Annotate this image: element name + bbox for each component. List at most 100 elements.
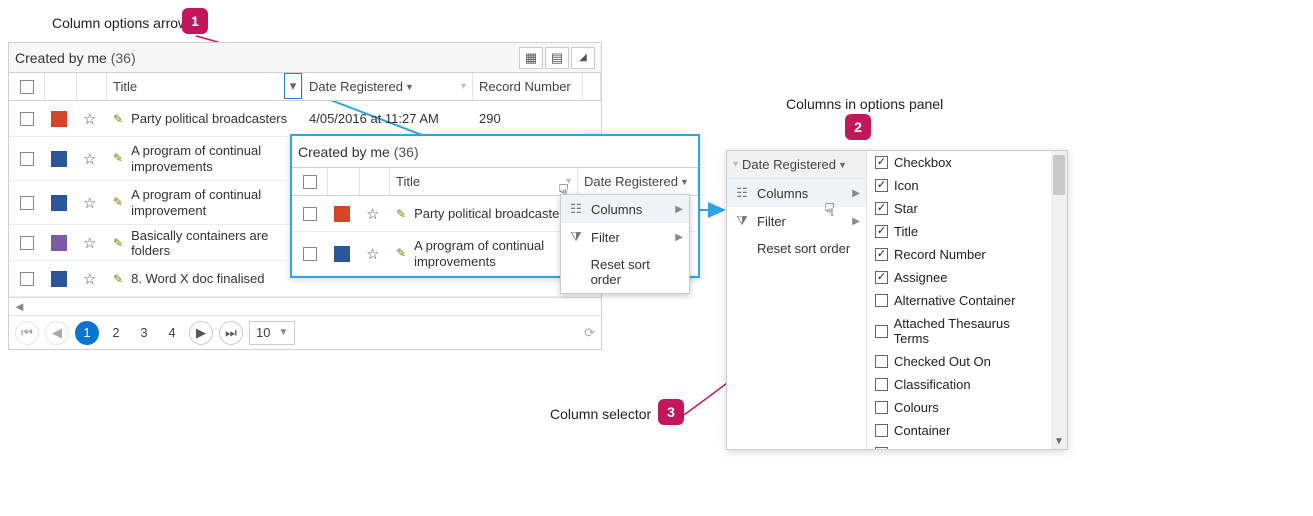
powerpoint-icon [334, 206, 350, 222]
star-icon[interactable]: ☆ [83, 194, 96, 212]
row-checkbox[interactable] [20, 236, 34, 250]
column-option-checkbox[interactable] [875, 401, 888, 414]
submenu-arrow-icon: ▶ [675, 232, 683, 243]
word-icon [51, 151, 67, 167]
submenu-arrow-icon: ▶ [852, 216, 860, 227]
view-more-button[interactable]: ◢ [571, 47, 595, 69]
row-checkbox[interactable] [20, 112, 34, 126]
edit-icon: ✎ [113, 236, 123, 250]
page-first-button[interactable]: ⏮ [15, 321, 39, 345]
star-icon[interactable]: ☆ [366, 205, 379, 223]
page-number[interactable]: 4 [161, 325, 183, 340]
page-size-select[interactable]: 10▼ [249, 321, 295, 345]
edit-icon: ✎ [113, 272, 123, 286]
col-header-checkbox[interactable] [9, 73, 45, 100]
column-options-arrow[interactable]: ▾ [284, 73, 302, 99]
star-icon[interactable]: ☆ [83, 150, 96, 168]
column-option-label: Icon [894, 178, 919, 193]
horizontal-scrollbar[interactable]: ◄ [9, 297, 601, 315]
column-option-checkbox[interactable] [875, 202, 888, 215]
menu-reset-sort[interactable]: Reset sort order [561, 251, 689, 293]
col-header-date[interactable]: Date Registered▼ [578, 168, 698, 195]
page-prev-button[interactable]: ◀ [45, 321, 69, 345]
column-option[interactable]: Colours [867, 396, 1051, 419]
row-checkbox[interactable] [303, 207, 317, 221]
row-checkbox[interactable] [303, 247, 317, 261]
column-option-checkbox[interactable] [875, 271, 888, 284]
page-last-button[interactable]: ⏭ [219, 321, 243, 345]
chevron-down-icon[interactable]: ▾ [733, 159, 738, 170]
col-header-date[interactable]: ▾ Date Registered▼ [727, 151, 866, 179]
column-context-menu: ☷ Columns▶ ⧩ Filter▶ Reset sort order [560, 194, 690, 294]
column-option[interactable]: Alternative Container [867, 289, 1051, 312]
column-option[interactable]: Creator [867, 442, 1051, 449]
page-number-current[interactable]: 1 [75, 321, 99, 345]
page-number[interactable]: 2 [105, 325, 127, 340]
scroll-left-icon[interactable]: ◄ [13, 299, 26, 314]
star-icon[interactable]: ☆ [366, 245, 379, 263]
panel-title: Created by me (36) [298, 144, 692, 160]
menu-filter[interactable]: ⧩ Filter▶ [561, 223, 689, 251]
scrollbar-thumb[interactable] [1053, 155, 1065, 195]
row-checkbox[interactable] [20, 196, 34, 210]
menu-columns[interactable]: ☷ Columns▶ [561, 195, 689, 223]
column-option-checkbox[interactable] [875, 378, 888, 391]
col-header-record-number[interactable]: Record Number [473, 73, 583, 100]
chevron-down-icon[interactable]: ▾ [461, 81, 466, 92]
page-next-button[interactable]: ▶ [189, 321, 213, 345]
view-tiles-button[interactable]: ▤ [545, 47, 569, 69]
column-option-checkbox[interactable] [875, 447, 888, 449]
column-option[interactable]: Title [867, 220, 1051, 243]
col-header-icon[interactable] [45, 73, 77, 100]
menu-reset-sort[interactable]: Reset sort order [727, 235, 866, 262]
column-option-checkbox[interactable] [875, 248, 888, 261]
table-row[interactable]: ☆ ✎Party political broadcasters 4/05/201… [9, 101, 601, 137]
column-option-checkbox[interactable] [875, 355, 888, 368]
column-option-label: Container [894, 423, 950, 438]
column-option-checkbox[interactable] [875, 424, 888, 437]
col-header-title[interactable]: Title ▾ [107, 73, 303, 100]
chevron-down-icon[interactable]: ▾ [566, 176, 571, 187]
column-option[interactable]: Checked Out On [867, 350, 1051, 373]
star-icon[interactable]: ☆ [83, 234, 96, 252]
star-icon[interactable]: ☆ [83, 270, 96, 288]
column-option-label: Assignee [894, 270, 947, 285]
row-title: Basically containers are folders [131, 228, 297, 258]
view-grid-button[interactable]: ▦ [519, 47, 543, 69]
menu-columns[interactable]: ☷ Columns▶ [727, 179, 866, 207]
col-header-title[interactable]: Title ▾ [390, 168, 578, 195]
word-icon [51, 195, 67, 211]
star-icon[interactable]: ☆ [83, 110, 96, 128]
column-option[interactable]: Classification [867, 373, 1051, 396]
column-option[interactable]: Star [867, 197, 1051, 220]
column-option-label: Record Number [894, 247, 986, 262]
submenu-arrow-icon: ▶ [675, 204, 683, 215]
column-headers: Title ▾ Date Registered▼ ▾ Record Number [9, 73, 601, 101]
callout-3-badge: 3 [658, 399, 684, 425]
column-option[interactable]: Checkbox [867, 151, 1051, 174]
column-option[interactable]: Icon [867, 174, 1051, 197]
row-checkbox[interactable] [20, 152, 34, 166]
column-selector-list: Checkbox Icon Star Title Record Number Assign… [867, 151, 1067, 449]
column-option[interactable]: Container [867, 419, 1051, 442]
row-checkbox[interactable] [20, 272, 34, 286]
column-option-label: Title [894, 224, 918, 239]
column-option[interactable]: Attached Thesaurus Terms [867, 312, 1051, 350]
column-option-checkbox[interactable] [875, 294, 888, 307]
col-header-checkbox[interactable] [292, 168, 328, 195]
vertical-scrollbar[interactable]: ▲ ▼ [1051, 151, 1067, 449]
column-option-checkbox[interactable] [875, 156, 888, 169]
scroll-down-icon[interactable]: ▼ [1051, 433, 1067, 449]
column-option-checkbox[interactable] [875, 225, 888, 238]
submenu-arrow-icon: ▶ [852, 188, 860, 199]
col-header-star[interactable] [77, 73, 107, 100]
col-header-date[interactable]: Date Registered▼ ▾ [303, 73, 473, 100]
columns-icon: ☷ [735, 185, 749, 201]
edit-icon: ✎ [396, 207, 406, 221]
column-option[interactable]: Assignee [867, 266, 1051, 289]
menu-filter[interactable]: ⧩ Filter▶ [727, 207, 866, 235]
column-option-checkbox[interactable] [875, 179, 888, 192]
page-number[interactable]: 3 [133, 325, 155, 340]
column-option-checkbox[interactable] [875, 325, 888, 338]
column-option[interactable]: Record Number [867, 243, 1051, 266]
